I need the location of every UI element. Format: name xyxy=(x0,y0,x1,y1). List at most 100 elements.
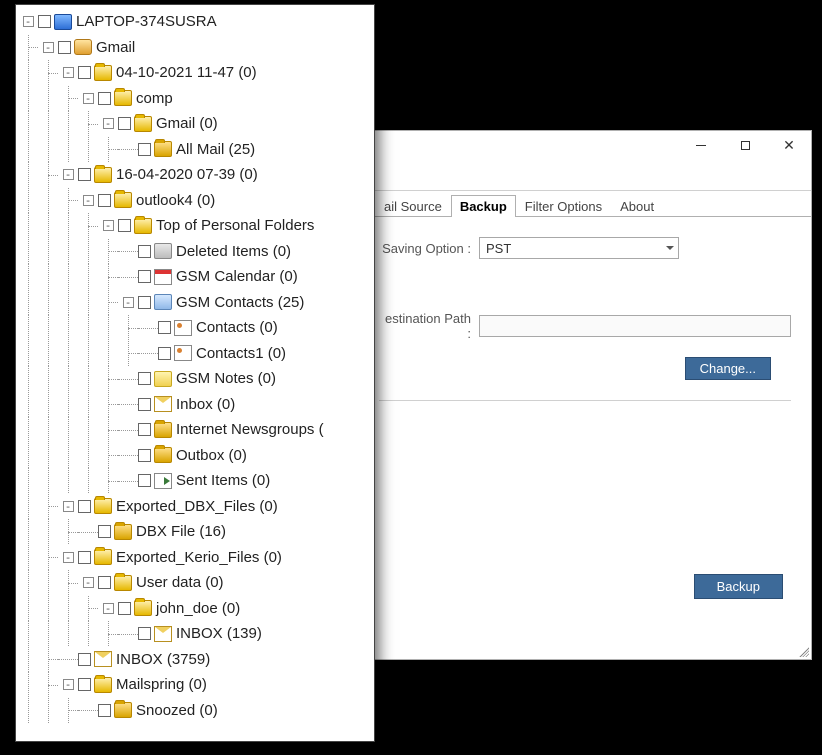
tree-checkbox[interactable] xyxy=(138,449,151,462)
collapse-icon[interactable]: - xyxy=(83,93,94,104)
tree-row[interactable]: INBOX (3759) xyxy=(18,647,374,673)
collapse-icon[interactable]: - xyxy=(63,169,74,180)
collapse-icon[interactable]: - xyxy=(63,67,74,78)
contacts-icon xyxy=(154,294,172,310)
tree-toggle-cell[interactable]: - xyxy=(98,596,118,621)
tree-checkbox[interactable] xyxy=(98,194,111,207)
tree-toggle-cell[interactable]: - xyxy=(58,162,78,187)
tree-checkbox[interactable] xyxy=(78,168,91,181)
tree-row[interactable]: -User data (0) xyxy=(18,570,374,596)
tree-row[interactable]: -Top of Personal Folders xyxy=(18,213,374,239)
tree-checkbox[interactable] xyxy=(78,653,91,666)
tree-toggle-cell[interactable]: - xyxy=(58,494,78,519)
minimize-button[interactable] xyxy=(685,134,717,156)
tree-checkbox[interactable] xyxy=(78,551,91,564)
close-button[interactable]: ✕ xyxy=(773,134,805,156)
collapse-icon[interactable]: - xyxy=(63,501,74,512)
tree-row[interactable]: -Exported_Kerio_Files (0) xyxy=(18,545,374,571)
tree-row[interactable]: INBOX (139) xyxy=(18,621,374,647)
collapse-icon[interactable]: - xyxy=(43,42,54,53)
maximize-button[interactable] xyxy=(729,134,761,156)
tree-row[interactable]: -Exported_DBX_Files (0) xyxy=(18,494,374,520)
change-button[interactable]: Change... xyxy=(685,357,771,380)
tree-row[interactable]: -Mailspring (0) xyxy=(18,672,374,698)
collapse-icon[interactable]: - xyxy=(83,577,94,588)
tree-toggle-cell[interactable]: - xyxy=(58,60,78,85)
tree-indent xyxy=(18,621,38,646)
tree-row[interactable]: -GSM Contacts (25) xyxy=(18,290,374,316)
tree-checkbox[interactable] xyxy=(138,296,151,309)
tree-checkbox[interactable] xyxy=(78,678,91,691)
tree-toggle-cell[interactable]: - xyxy=(78,570,98,595)
tree-checkbox[interactable] xyxy=(98,576,111,589)
tree-row[interactable]: Sent Items (0) xyxy=(18,468,374,494)
tree-checkbox[interactable] xyxy=(138,245,151,258)
tree-toggle-cell[interactable]: - xyxy=(98,111,118,136)
tree-row[interactable]: Deleted Items (0) xyxy=(18,239,374,265)
tree-checkbox[interactable] xyxy=(118,117,131,130)
tree-checkbox[interactable] xyxy=(138,398,151,411)
tree-indent xyxy=(58,468,78,493)
tree-row[interactable]: Snoozed (0) xyxy=(18,698,374,724)
tree-checkbox[interactable] xyxy=(98,704,111,717)
tree-checkbox[interactable] xyxy=(78,500,91,513)
tree-toggle-cell[interactable]: - xyxy=(58,545,78,570)
tree-row[interactable]: Internet Newsgroups ( xyxy=(18,417,374,443)
tree-row[interactable]: -LAPTOP-374SUSRA xyxy=(18,9,374,35)
tree-row[interactable]: -Gmail xyxy=(18,35,374,61)
tree-row[interactable]: Contacts1 (0) xyxy=(18,341,374,367)
tab-mail-source[interactable]: ail Source xyxy=(375,195,451,217)
tree-checkbox[interactable] xyxy=(138,627,151,640)
tree-row[interactable]: Contacts (0) xyxy=(18,315,374,341)
tree-checkbox[interactable] xyxy=(158,347,171,360)
tab-filter-options[interactable]: Filter Options xyxy=(516,195,611,217)
tab-backup[interactable]: Backup xyxy=(451,195,516,217)
saving-option-select[interactable]: PST xyxy=(479,237,679,259)
tree-checkbox[interactable] xyxy=(78,66,91,79)
collapse-icon[interactable]: - xyxy=(63,552,74,563)
collapse-icon[interactable]: - xyxy=(23,16,34,27)
tree-row[interactable]: Outbox (0) xyxy=(18,443,374,469)
tree-row[interactable]: -john_doe (0) xyxy=(18,596,374,622)
tree-row[interactable]: Inbox (0) xyxy=(18,392,374,418)
tree-row[interactable]: -outlook4 (0) xyxy=(18,188,374,214)
resize-grip-icon[interactable] xyxy=(797,645,809,657)
tree-row[interactable]: -16-04-2020 07-39 (0) xyxy=(18,162,374,188)
tree-toggle-cell[interactable]: - xyxy=(118,290,138,315)
tree-row[interactable]: -comp xyxy=(18,86,374,112)
tree-checkbox[interactable] xyxy=(118,602,131,615)
tree-checkbox[interactable] xyxy=(138,372,151,385)
tree-checkbox[interactable] xyxy=(158,321,171,334)
tree-checkbox[interactable] xyxy=(138,474,151,487)
collapse-icon[interactable]: - xyxy=(123,297,134,308)
tree-toggle-cell[interactable]: - xyxy=(18,9,38,34)
tree-checkbox[interactable] xyxy=(98,92,111,105)
tree-toggle-cell[interactable]: - xyxy=(78,86,98,111)
tree-checkbox[interactable] xyxy=(118,219,131,232)
tree-row[interactable]: -Gmail (0) xyxy=(18,111,374,137)
tree-checkbox[interactable] xyxy=(98,525,111,538)
collapse-icon[interactable]: - xyxy=(103,118,114,129)
tree-checkbox[interactable] xyxy=(58,41,71,54)
tree-item-label: INBOX (139) xyxy=(176,625,262,642)
tree-checkbox[interactable] xyxy=(38,15,51,28)
tree-toggle-cell[interactable]: - xyxy=(58,672,78,697)
tree-toggle-cell[interactable]: - xyxy=(38,35,58,60)
tree-toggle-cell[interactable]: - xyxy=(78,188,98,213)
collapse-icon[interactable]: - xyxy=(63,679,74,690)
tree-row[interactable]: GSM Calendar (0) xyxy=(18,264,374,290)
tree-row[interactable]: -04-10-2021 11-47 (0) xyxy=(18,60,374,86)
tree-toggle-cell[interactable]: - xyxy=(98,213,118,238)
backup-button[interactable]: Backup xyxy=(694,574,783,599)
collapse-icon[interactable]: - xyxy=(103,220,114,231)
destination-path-input[interactable] xyxy=(479,315,791,337)
tree-row[interactable]: All Mail (25) xyxy=(18,137,374,163)
collapse-icon[interactable]: - xyxy=(83,195,94,206)
tree-row[interactable]: GSM Notes (0) xyxy=(18,366,374,392)
tree-row[interactable]: DBX File (16) xyxy=(18,519,374,545)
collapse-icon[interactable]: - xyxy=(103,603,114,614)
tree-checkbox[interactable] xyxy=(138,423,151,436)
tab-about[interactable]: About xyxy=(611,195,663,217)
tree-checkbox[interactable] xyxy=(138,270,151,283)
tree-checkbox[interactable] xyxy=(138,143,151,156)
